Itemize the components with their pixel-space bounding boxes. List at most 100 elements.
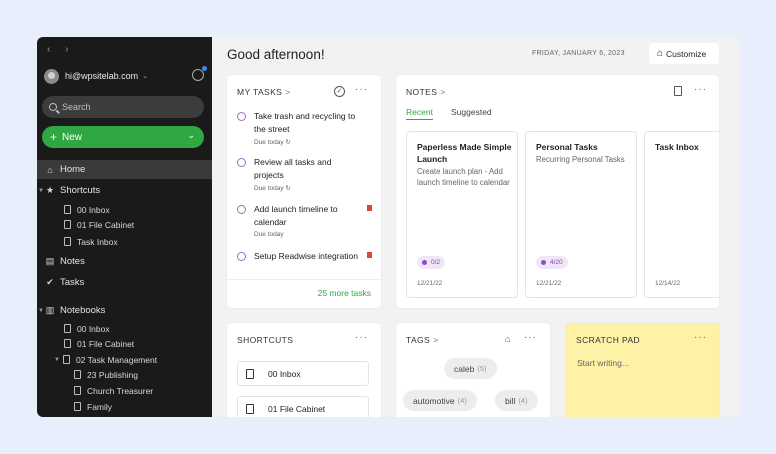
new-note-icon[interactable] [674, 86, 682, 96]
note-snippet: Create launch plan - Add launch timeline… [417, 167, 510, 187]
widget-title-text: TAGS [406, 335, 431, 345]
greeting: Good afternoon! [227, 47, 325, 62]
progress-icon [422, 260, 427, 265]
more-options-icon[interactable]: ··· [694, 332, 707, 343]
task-title: Take trash and recycling to the street [254, 111, 356, 134]
notebook-item[interactable]: Church Treasurer [37, 383, 212, 398]
notebook-item[interactable]: 01 File Cabinet [37, 336, 212, 351]
widget-title-text: NOTES [406, 87, 438, 97]
note-icon [64, 339, 71, 348]
task-checkbox[interactable] [237, 205, 246, 214]
task-item[interactable]: Setup Readwise integration [237, 250, 372, 278]
shortcut-tile[interactable]: 01 File Cabinet [237, 396, 369, 417]
note-date: 12/21/22 [536, 280, 562, 287]
more-options-icon[interactable]: ··· [524, 332, 537, 343]
more-tasks-link[interactable]: 25 more tasks [318, 288, 371, 298]
star-icon: ★ [45, 185, 55, 195]
expand-triangle-icon[interactable]: ▼ [37, 188, 45, 194]
notebook-item[interactable]: 23 Publishing [37, 367, 212, 382]
sidebar: ‹ › hi@wpsitelab.com ⌄ Search + New ⌄ ⌂ … [37, 37, 212, 417]
sidebar-item-label: Tasks [60, 277, 85, 288]
sidebar-item-label: Home [60, 164, 86, 175]
badge-text: 4/20 [550, 259, 563, 266]
note-card[interactable]: Task Inbox 12/14/22 [644, 131, 719, 298]
sidebar-item-home[interactable]: ⌂ Home [37, 160, 212, 179]
note-icon [64, 220, 71, 229]
widget-title[interactable]: NOTES > [406, 87, 446, 97]
history-nav-arrows[interactable]: ‹ › [47, 44, 74, 55]
widget-title-text: MY TASKS [237, 87, 283, 97]
task-item[interactable]: Add launch timeline to calendar Due toda… [237, 203, 372, 243]
task-checkbox[interactable] [237, 158, 246, 167]
customize-button[interactable]: ⌂ Customize [649, 43, 719, 64]
task-item[interactable]: Take trash and recycling to the street D… [237, 110, 372, 150]
note-icon [64, 237, 71, 246]
tab-recent[interactable]: Recent [406, 107, 433, 120]
shortcut-label: 01 File Cabinet [77, 219, 135, 230]
search-input[interactable]: Search [42, 96, 204, 118]
notebook-item[interactable]: ▼ 02 Task Management [37, 352, 212, 367]
note-snippet: Recurring Personal Tasks [536, 155, 625, 164]
note-title: Personal Tasks [536, 142, 598, 152]
task-checkbox[interactable] [237, 252, 246, 261]
shortcut-item[interactable]: 01 File Cabinet [37, 217, 212, 232]
more-options-icon[interactable]: ··· [355, 332, 368, 343]
sidebar-item-label: Shortcuts [60, 185, 101, 196]
account-switcher[interactable]: hi@wpsitelab.com ⌄ [44, 66, 207, 85]
task-checkbox[interactable] [237, 112, 246, 121]
notebook-label: 01 File Cabinet [77, 338, 135, 349]
expand-triangle-icon[interactable]: ▼ [54, 357, 60, 363]
tag-chip[interactable]: automotive (4) [403, 390, 477, 411]
sidebar-item-shortcuts[interactable]: ▼ ★ Shortcuts [37, 181, 212, 200]
tab-suggested[interactable]: Suggested [451, 107, 492, 117]
more-options-icon[interactable]: ··· [694, 84, 707, 95]
chevron-right-icon: > [433, 335, 439, 345]
badge-text: 0/2 [431, 259, 441, 266]
flag-icon [367, 205, 372, 211]
more-options-icon[interactable]: ··· [355, 84, 368, 95]
tag-count: (4) [518, 396, 528, 405]
chevron-down-icon[interactable]: ⌄ [187, 130, 195, 141]
widget-title: SHORTCUTS [237, 335, 294, 345]
my-tasks-widget: MY TASKS > ✓ ··· Take trash and recycling… [227, 75, 381, 308]
tag-count: (5) [477, 364, 487, 373]
note-date: 12/21/22 [417, 280, 443, 287]
shortcut-item[interactable]: 00 Inbox [37, 202, 212, 217]
notebook-label: Church Treasurer [87, 385, 154, 396]
note-icon [246, 403, 254, 414]
customize-label: Customize [666, 48, 707, 59]
sidebar-item-tasks[interactable]: ✔ Tasks [37, 273, 212, 292]
scratch-pad-widget[interactable]: SCRATCH PAD ··· Start writing... [566, 323, 719, 417]
tag-chip[interactable]: caleb (5) [444, 358, 497, 379]
tag-chip[interactable]: bill (4) [495, 390, 538, 411]
settings-gear-icon[interactable] [192, 66, 207, 81]
shortcut-tile[interactable]: 00 Inbox [237, 361, 369, 386]
note-icon [64, 324, 71, 333]
scratch-pad-input[interactable]: Start writing... [577, 358, 629, 368]
note-card[interactable]: Paperless Made Simple Launch Create laun… [406, 131, 518, 298]
add-task-icon[interactable]: ✓ [334, 86, 345, 97]
tag-name: caleb [454, 363, 475, 374]
add-tag-icon[interactable]: ⌂ [505, 334, 510, 344]
sidebar-item-notes[interactable]: ▤ Notes [37, 252, 212, 271]
widget-title[interactable]: TAGS > [406, 335, 439, 345]
notes-widget: NOTES > ··· Recent Suggested Paperless Ma… [396, 75, 719, 308]
task-progress-badge: 0/2 [417, 256, 446, 269]
notebook-item[interactable]: 00 Inbox [37, 321, 212, 336]
shortcut-label: Task Inbox [77, 236, 118, 247]
sidebar-item-notebooks[interactable]: ▼ ▥ Notebooks [37, 301, 212, 320]
notebook-label: Family [87, 401, 113, 412]
note-card[interactable]: Personal Tasks Recurring Personal Tasks … [525, 131, 637, 298]
new-note-button[interactable]: + New ⌄ [42, 126, 204, 148]
chevron-right-icon: > [440, 87, 446, 97]
shortcut-label: 00 Inbox [77, 204, 110, 215]
tags-widget: TAGS > ⌂ ··· caleb (5) automotive (4) bill(… [396, 323, 550, 417]
app-window: ‹ › hi@wpsitelab.com ⌄ Search + New ⌄ ⌂ … [37, 37, 740, 417]
notebook-item[interactable]: Family [37, 399, 212, 414]
widget-title[interactable]: MY TASKS > [237, 87, 291, 97]
task-item[interactable]: Review all tasks and projects Due today … [237, 156, 372, 196]
avatar [44, 68, 59, 84]
shortcut-item[interactable]: Task Inbox [37, 234, 212, 249]
expand-triangle-icon[interactable]: ▼ [37, 308, 45, 314]
sidebar-item-label: Notes [60, 256, 85, 267]
